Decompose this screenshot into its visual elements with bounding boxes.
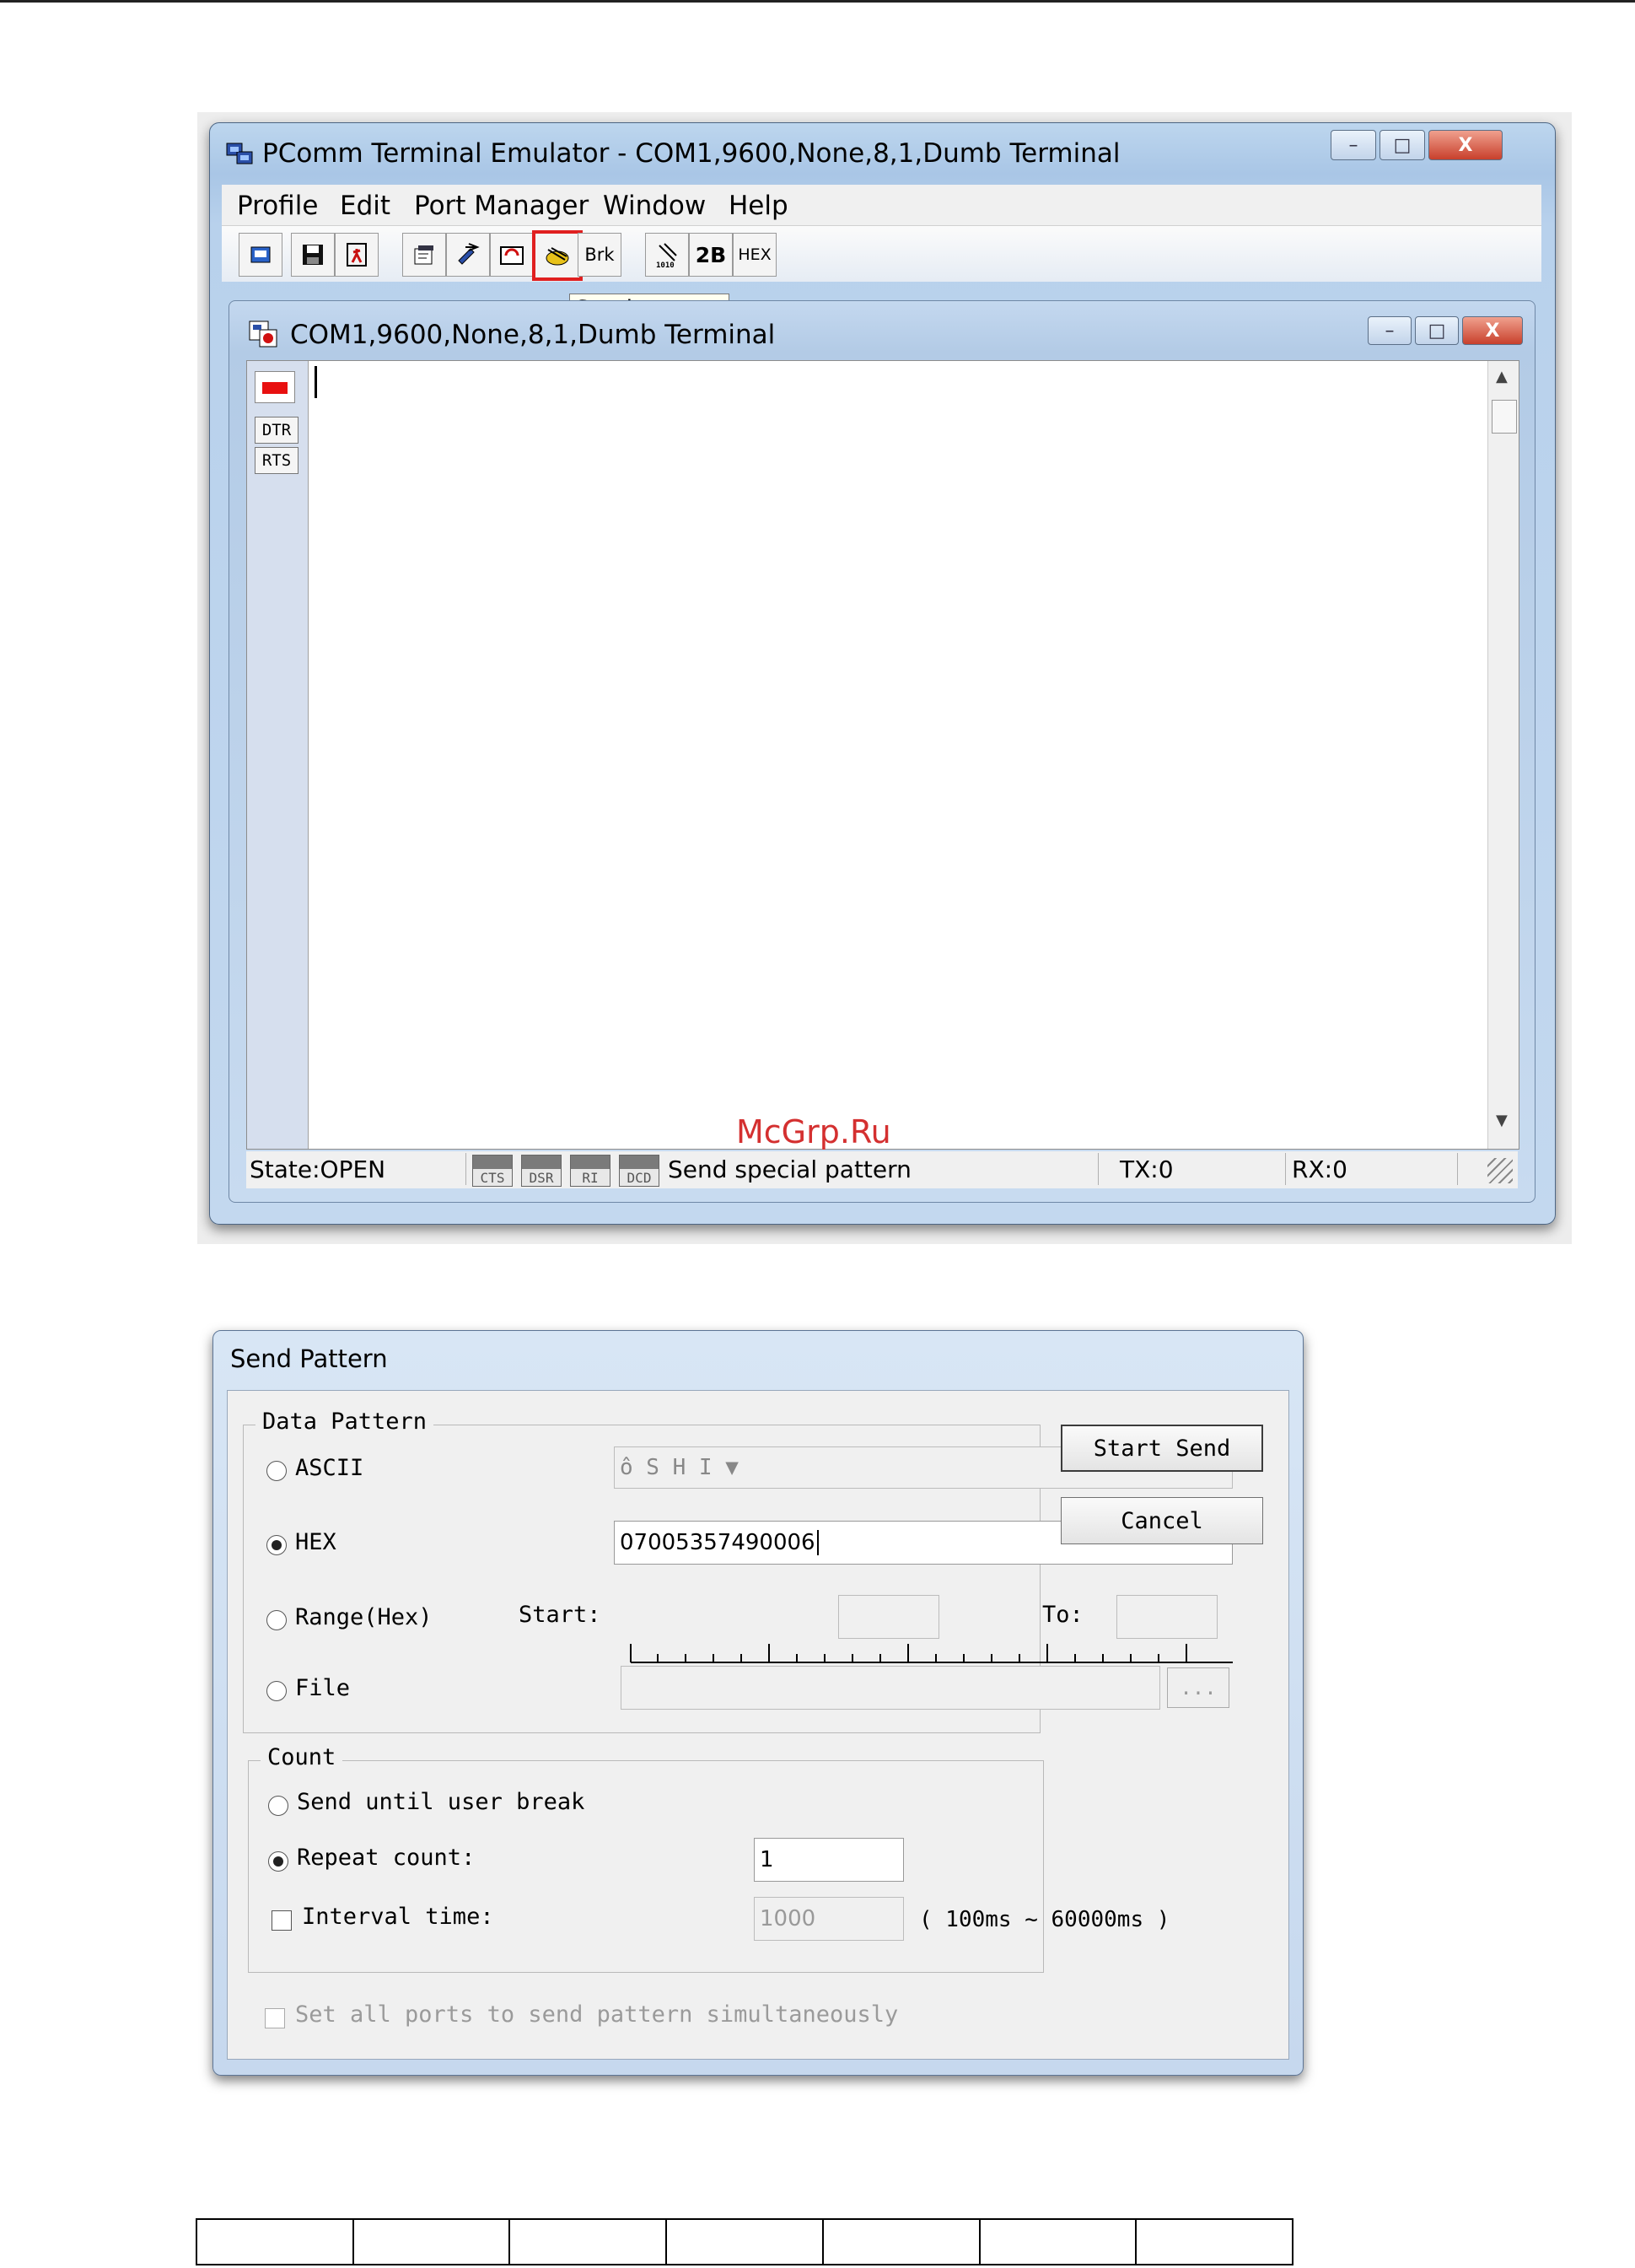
file-radio[interactable] (266, 1681, 287, 1701)
menu-profile[interactable]: Profile (237, 191, 318, 221)
data-pattern-label: Data Pattern (255, 1409, 434, 1435)
text-cursor (315, 366, 317, 398)
hex-label: HEX (295, 1529, 336, 1555)
range-hex-radio[interactable] (266, 1610, 287, 1630)
file-path-input[interactable] (621, 1666, 1160, 1710)
save-icon[interactable] (291, 233, 335, 277)
pcomm-app-icon (226, 143, 253, 164)
pattern-test-icon[interactable]: 1010 (645, 233, 689, 277)
menu-bar: Profile Edit Port Manager Window Help (222, 185, 1541, 226)
cts-indicator: CTS (472, 1155, 513, 1187)
rx-counter: RX:0 (1288, 1153, 1458, 1185)
send-pattern-icon[interactable] (532, 230, 583, 281)
terminal-close-button[interactable]: X (1462, 316, 1523, 345)
interval-time-checkbox[interactable] (272, 1910, 292, 1931)
menu-help[interactable]: Help (729, 191, 788, 221)
count-label: Count (261, 1744, 343, 1770)
terminal-child-window: COM1,9600,None,8,1,Dumb Terminal – □ X D… (229, 300, 1536, 1203)
table-cell (823, 2218, 981, 2265)
start-send-button[interactable]: Start Send (1061, 1425, 1263, 1472)
ascii-radio[interactable] (266, 1461, 287, 1481)
file-label: File (295, 1675, 351, 1701)
browse-button[interactable]: ... (1167, 1667, 1229, 1708)
interval-time-input[interactable]: 1000 (754, 1897, 904, 1941)
status-bar: State:OPEN CTS DSR RI DCD Send special p… (246, 1151, 1518, 1188)
table-cell (197, 2218, 354, 2265)
transfer-icon[interactable] (446, 233, 490, 277)
menu-edit[interactable]: Edit (340, 191, 390, 221)
send-until-break-label: Send until user break (297, 1789, 585, 1815)
range-hex-label: Range(Hex) (295, 1604, 433, 1630)
status-message: Send special pattern (664, 1153, 1099, 1185)
repeat-count-radio[interactable] (268, 1851, 288, 1872)
table-cell (980, 2218, 1138, 2265)
terminal-caption-buttons: – □ X (1364, 316, 1523, 345)
resize-grip[interactable] (1487, 1158, 1513, 1183)
send-pattern-dialog: Send Pattern Data Pattern ASCII ô S H I … (212, 1330, 1304, 2076)
toolbar: Brk 1010 2B HEX (222, 226, 1541, 282)
dialog-body: Data Pattern ASCII ô S H I ▼ HEX 0700535… (227, 1390, 1289, 2060)
capture-icon[interactable] (490, 233, 534, 277)
watermark-text: McGrp.Ru (736, 1113, 891, 1150)
table-cell (1137, 2218, 1294, 2265)
dsr-indicator: DSR (521, 1155, 562, 1187)
status-led-indicator (255, 371, 295, 403)
rts-toggle[interactable]: RTS (255, 447, 298, 474)
send-until-break-radio[interactable] (268, 1796, 288, 1816)
two-byte-button[interactable]: 2B (689, 233, 733, 277)
range-to-input[interactable] (1116, 1595, 1218, 1639)
table-cell (510, 2218, 668, 2265)
hex-radio[interactable] (266, 1535, 287, 1555)
terminal-screen[interactable]: DTR RTS ▲ ▼ (246, 360, 1519, 1150)
exit-icon[interactable] (335, 233, 379, 277)
all-ports-checkbox[interactable] (265, 2008, 285, 2028)
range-start-input[interactable] (838, 1595, 939, 1639)
ascii-ruler (630, 1644, 1233, 1663)
minimize-button[interactable]: – (1331, 130, 1376, 160)
terminal-icon (249, 321, 277, 347)
maximize-button[interactable]: □ (1380, 130, 1425, 160)
scroll-down-icon[interactable]: ▼ (1496, 1112, 1508, 1129)
terminal-title: COM1,9600,None,8,1,Dumb Terminal (290, 320, 776, 350)
range-start-label: Start: (519, 1602, 601, 1628)
close-button[interactable]: X (1428, 130, 1503, 160)
tx-counter: TX:0 (1116, 1153, 1286, 1185)
ri-indicator: RI (570, 1155, 610, 1187)
table-cell (353, 2218, 511, 2265)
repeat-count-label: Repeat count: (297, 1845, 476, 1871)
hex-input-caret (816, 1530, 819, 1555)
cancel-button[interactable]: Cancel (1061, 1497, 1263, 1544)
interval-range-hint: ( 100ms ~ 60000ms ) (919, 1907, 1170, 1932)
hex-button[interactable]: HEX (733, 233, 777, 277)
window-title: PComm Terminal Emulator - COM1,9600,None… (262, 138, 1121, 169)
all-ports-label: Set all ports to send pattern simultaneo… (295, 2001, 899, 2028)
interval-time-label: Interval time: (302, 1904, 494, 1930)
dcd-indicator: DCD (619, 1155, 659, 1187)
break-button[interactable]: Brk (578, 233, 621, 277)
ascii-label: ASCII (295, 1455, 364, 1481)
menu-window[interactable]: Window (603, 191, 706, 221)
table-cell (667, 2218, 824, 2265)
scroll-up-icon[interactable]: ▲ (1496, 368, 1508, 385)
repeat-count-input[interactable]: 1 (754, 1838, 904, 1882)
window-caption-buttons: – □ X (1327, 130, 1503, 160)
menu-port-manager[interactable]: Port Manager (414, 191, 589, 221)
dtr-toggle[interactable]: DTR (255, 417, 298, 444)
state-field: State:OPEN (246, 1153, 466, 1185)
pcomm-main-window: PComm Terminal Emulator - COM1,9600,None… (209, 122, 1556, 1225)
vertical-scrollbar[interactable]: ▲ ▼ (1487, 361, 1519, 1149)
scrollbar-thumb[interactable] (1492, 400, 1517, 434)
svg-text:1010: 1010 (656, 261, 675, 269)
line-status-panel: DTR RTS (247, 361, 309, 1149)
terminal-minimize-button[interactable]: – (1368, 316, 1412, 345)
dialog-title: Send Pattern (230, 1344, 388, 1373)
settings-icon[interactable] (402, 233, 446, 277)
terminal-maximize-button[interactable]: □ (1415, 316, 1459, 345)
open-profile-icon[interactable] (239, 233, 282, 277)
document-table-row (196, 2218, 1294, 2265)
range-to-label: To: (1042, 1602, 1084, 1628)
page-top-rule (0, 0, 1635, 3)
